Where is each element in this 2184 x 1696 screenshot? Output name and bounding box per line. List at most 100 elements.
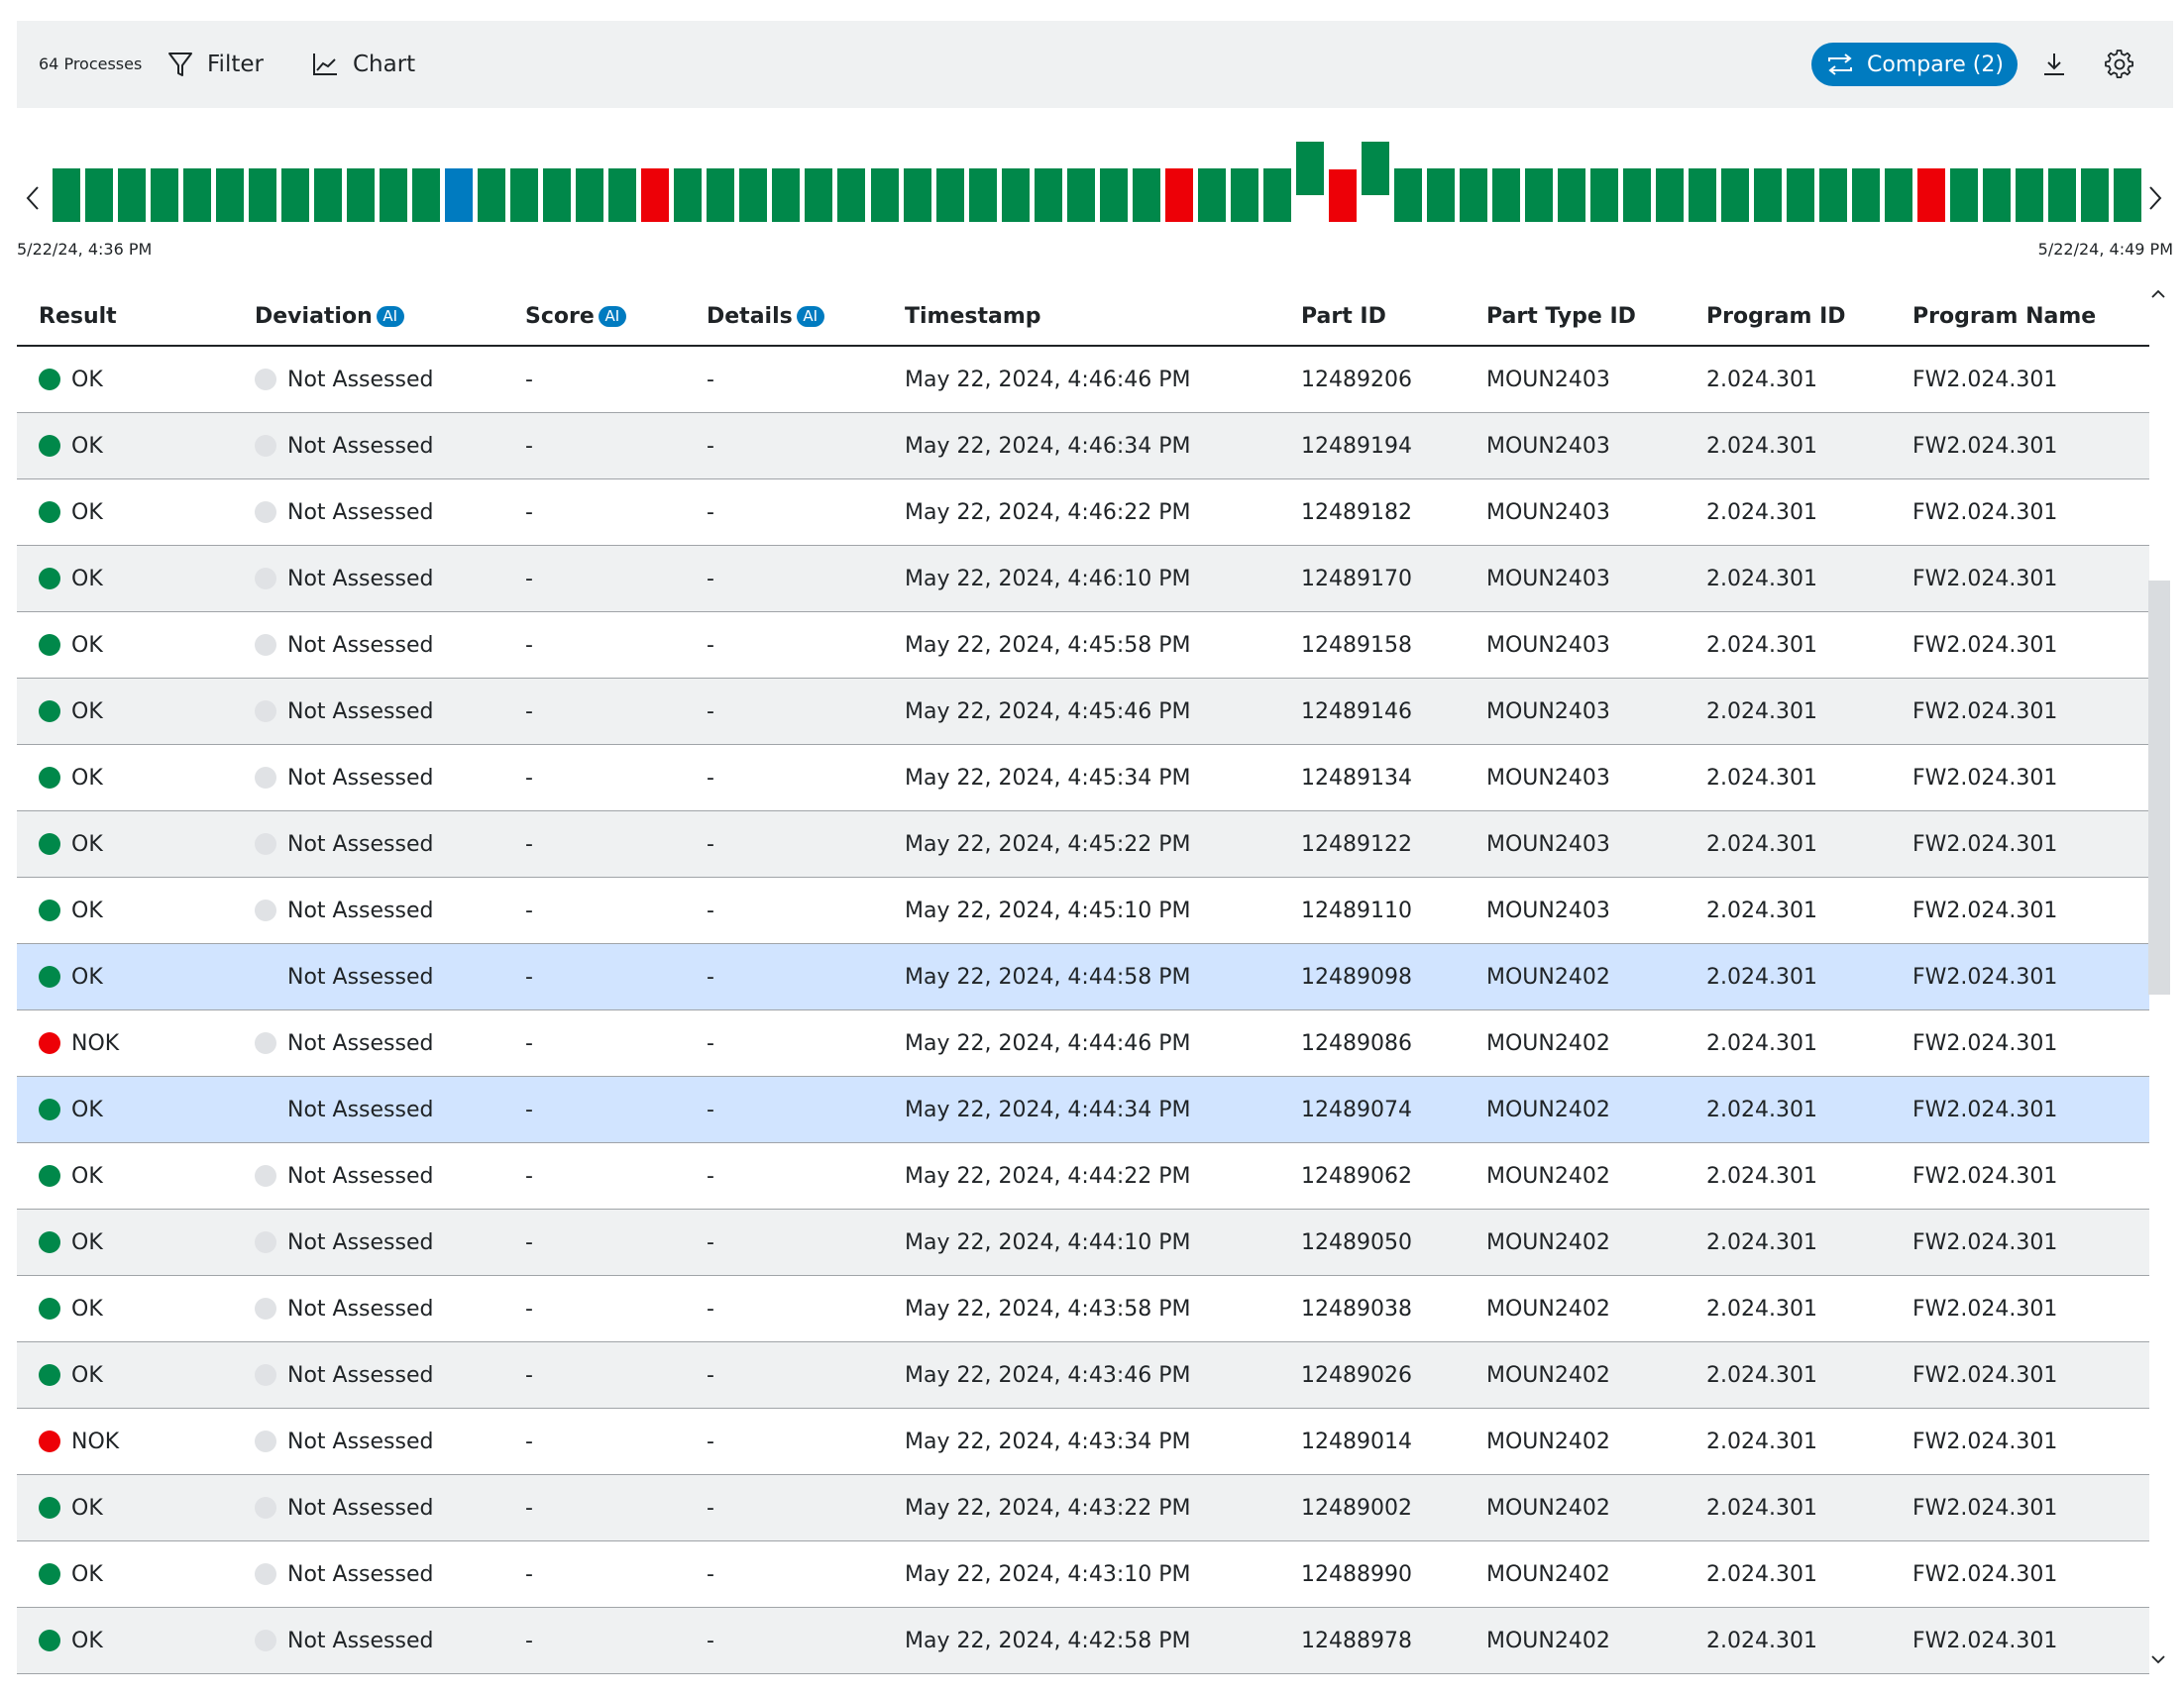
timeline-bar-ok[interactable] [380,168,408,222]
timeline-bar-ok[interactable] [576,168,604,222]
table-row[interactable]: OK Not Assessed - - May 22, 2024, 4:46:10 PM… [17,546,2149,612]
table-row[interactable]: OK Not Assessed - - May 22, 2024, 4:45:22 PM… [17,811,2149,878]
timeline-bar-ok[interactable] [674,168,703,222]
timeline-bar-ok[interactable] [543,168,572,222]
table-row[interactable]: NOK Not Assessed - - May 22, 2024, 4:43:34 P… [17,1409,2149,1475]
table-row[interactable]: OK Not Assessed - - May 22, 2024, 4:45:46 PM… [17,679,2149,745]
table-row[interactable]: OK Not Assessed - - May 22, 2024, 4:45:58 PM… [17,612,2149,679]
timeline-bar-ok[interactable] [1689,168,1716,222]
timeline-bar-ok[interactable] [53,168,80,222]
settings-button[interactable] [2102,47,2137,82]
timeline-bar-ok[interactable] [249,168,277,222]
timeline-bar-nok[interactable] [1164,168,1193,222]
timeline-bar-ok[interactable] [2016,168,2044,222]
timeline-bar-ok[interactable] [1099,168,1128,222]
table-row[interactable]: OK Not Assessed - - May 22, 2024, 4:44:22 PM… [17,1143,2149,1210]
timeline-bar-ok[interactable] [151,168,179,222]
column-header-part-type-id[interactable]: Part Type ID [1486,287,1636,345]
chart-button[interactable]: Chart [311,21,415,108]
timeline-bar-ok[interactable] [608,168,637,222]
timeline-bar-ok[interactable] [1361,142,1389,195]
timeline-bar-ok[interactable] [1787,168,1815,222]
column-header-result[interactable]: Result [39,287,117,345]
column-header-part-id[interactable]: Part ID [1301,287,1386,345]
timeline-bar-ok[interactable] [510,168,539,222]
timeline-bar-ok[interactable] [1950,168,1979,222]
timeline-bar-ok[interactable] [2081,168,2110,222]
scroll-down-button[interactable] [2146,1648,2170,1670]
timeline-bar-ok[interactable] [1524,168,1553,222]
timeline-bar-ok[interactable] [1721,168,1750,222]
timeline-bar-ok[interactable] [837,168,866,222]
timeline-bar-ok[interactable] [2048,168,2077,222]
timeline-bar-ok[interactable] [1066,168,1095,222]
column-header-timestamp[interactable]: Timestamp [905,287,1041,345]
column-header-deviation[interactable]: Deviation AI [255,287,404,345]
table-row[interactable]: OK Not Assessed - - May 22, 2024, 4:43:10 PM… [17,1541,2149,1608]
table-row[interactable]: OK Not Assessed - - May 22, 2024, 4:46:22 PM… [17,479,2149,546]
timeline-bar-ok[interactable] [1295,142,1324,195]
filter-button[interactable]: Filter [167,21,264,108]
timeline-bar-ok[interactable] [1459,168,1487,222]
timeline-bar-ok[interactable] [1001,168,1030,222]
timeline-bar-ok[interactable] [85,168,114,222]
timeline-bar-ok[interactable] [1754,168,1783,222]
timeline-bar-ok[interactable] [1622,168,1651,222]
timeline-bar-ok[interactable] [968,168,997,222]
column-header-program-id[interactable]: Program ID [1706,287,1846,345]
table-row[interactable]: OK Not Assessed - - May 22, 2024, 4:45:10 PM… [17,878,2149,944]
timeline-bar-ok[interactable] [1034,168,1062,222]
download-button[interactable] [2036,47,2072,82]
table-row[interactable]: OK Not Assessed - - May 22, 2024, 4:44:34 PM… [17,1077,2149,1143]
timeline-bar-ok[interactable] [2114,168,2142,222]
timeline-bar-ok[interactable] [1426,168,1455,222]
timeline-bar-ok[interactable] [216,168,245,222]
timeline-bar-ok[interactable] [1393,168,1422,222]
timeline-bar-ok[interactable] [1983,168,2012,222]
timeline-bar-ok[interactable] [1655,168,1684,222]
scroll-up-button[interactable] [2146,283,2170,305]
timeline-bar-ok[interactable] [1852,168,1881,222]
table-row[interactable]: OK Not Assessed - - May 22, 2024, 4:44:58 PM… [17,944,2149,1010]
timeline-bar-ok[interactable] [1557,168,1585,222]
timeline-bar-nok[interactable] [641,168,670,222]
timeline-bar-ok[interactable] [739,168,768,222]
column-header-program-name[interactable]: Program Name [1912,287,2096,345]
timeline-prev-button[interactable] [18,178,48,218]
table-row[interactable]: OK Not Assessed - - May 22, 2024, 4:42:58 PM… [17,1608,2149,1674]
timeline-bar-ok[interactable] [1262,168,1291,222]
table-row[interactable]: OK Not Assessed - - May 22, 2024, 4:46:34 PM… [17,413,2149,479]
timeline-bar-ok[interactable] [805,168,833,222]
timeline-bar-ok[interactable] [1230,168,1258,222]
column-header-details[interactable]: Details AI [707,287,824,345]
compare-button[interactable]: Compare (2) [1811,43,2018,86]
timeline-bar-ok[interactable] [314,168,343,222]
timeline-bar-ok[interactable] [183,168,212,222]
timeline-bar-ok[interactable] [118,168,147,222]
timeline-bar-ok[interactable] [281,168,310,222]
timeline-bar-ok[interactable] [903,168,931,222]
timeline-bar-ok[interactable] [1197,168,1226,222]
table-row[interactable]: OK Not Assessed - - May 22, 2024, 4:44:10 PM… [17,1210,2149,1276]
timeline-bar-ok[interactable] [935,168,964,222]
timeline-bar-ok[interactable] [412,168,441,222]
timeline-bar-ok[interactable] [1589,168,1618,222]
timeline-bar-ok[interactable] [707,168,735,222]
table-row[interactable]: NOK Not Assessed - - May 22, 2024, 4:44:46 P… [17,1010,2149,1077]
timeline-bar-nok[interactable] [1328,169,1357,222]
timeline-bar-ok[interactable] [870,168,899,222]
table-row[interactable]: OK Not Assessed - - May 22, 2024, 4:43:22 PM… [17,1475,2149,1541]
table-row[interactable]: OK Not Assessed - - May 22, 2024, 4:46:46 PM… [17,347,2149,413]
timeline-bar-ok[interactable] [772,168,801,222]
timeline-bar-selected[interactable] [445,168,474,222]
timeline-next-button[interactable] [2140,178,2170,218]
timeline-bar-ok[interactable] [1819,168,1848,222]
table-row[interactable]: OK Not Assessed - - May 22, 2024, 4:43:46 PM… [17,1342,2149,1409]
column-header-score[interactable]: Score AI [525,287,626,345]
timeline-bar-nok[interactable] [1917,168,1946,222]
scrollbar-thumb[interactable] [2148,581,2170,995]
timeline-bar-ok[interactable] [1885,168,1913,222]
table-row[interactable]: OK Not Assessed - - May 22, 2024, 4:45:34 PM… [17,745,2149,811]
timeline-bar-ok[interactable] [1491,168,1520,222]
timeline-bar-ok[interactable] [478,168,506,222]
